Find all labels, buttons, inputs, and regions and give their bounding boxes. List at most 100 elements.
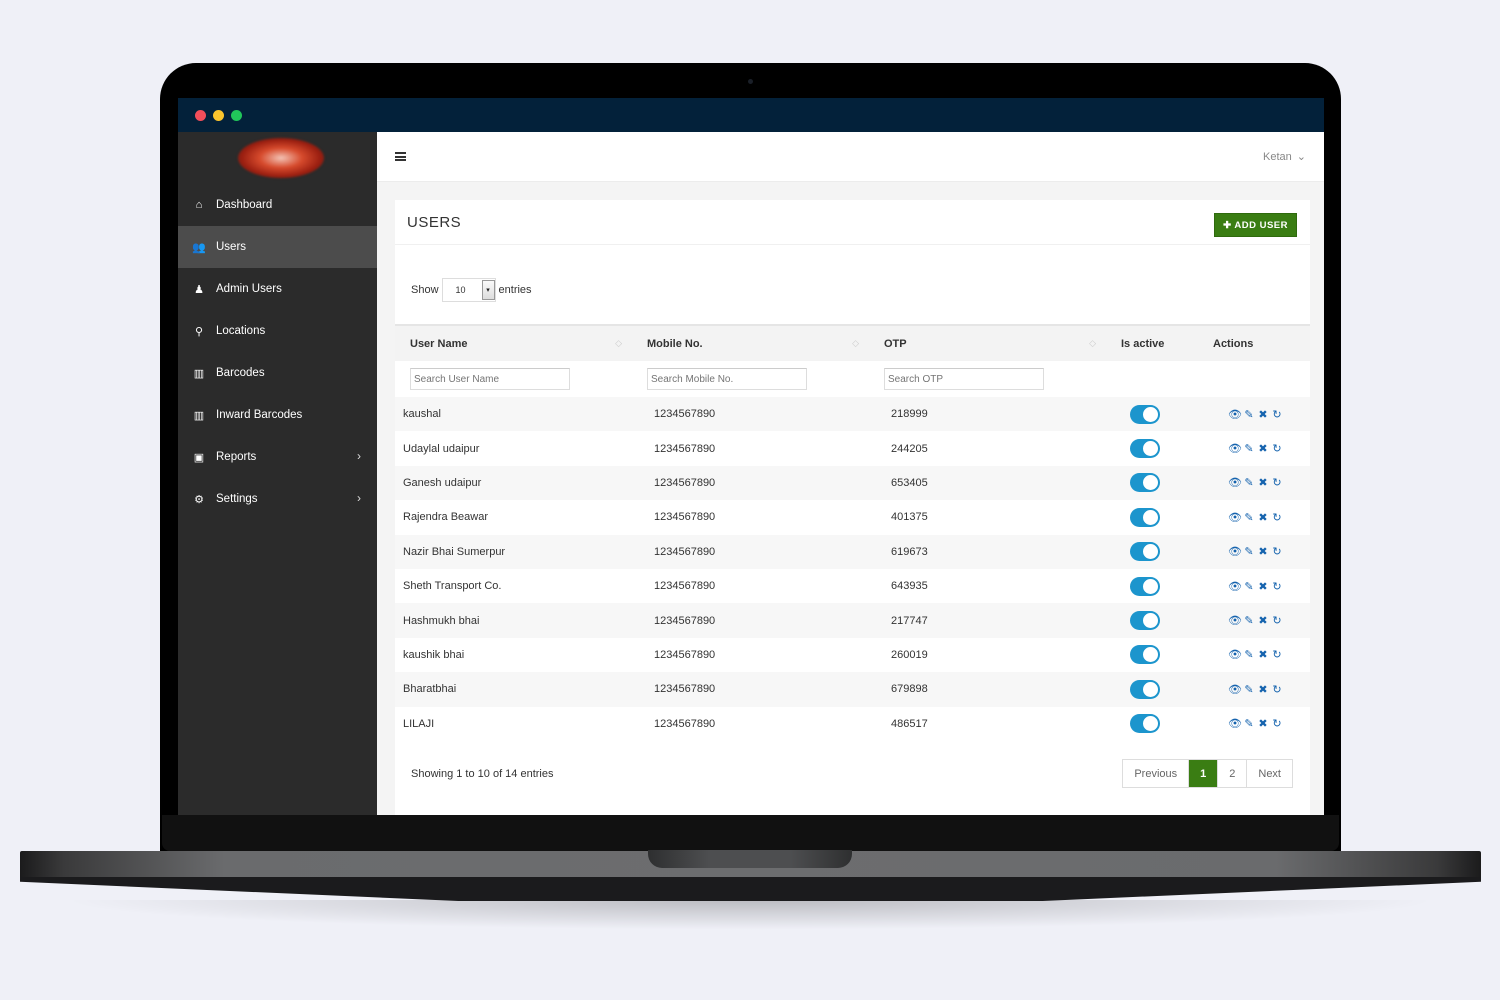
edit-icon[interactable]: ✎: [1243, 717, 1255, 730]
sort-icon[interactable]: ◇: [615, 338, 622, 349]
entries-select[interactable]: 10 ▾: [441, 278, 496, 302]
maximize-window-button[interactable]: [231, 110, 242, 121]
edit-icon[interactable]: ✎: [1243, 442, 1255, 455]
sidebar-item-barcodes[interactable]: ▥ Barcodes: [178, 352, 377, 394]
user-menu[interactable]: Ketan ⌄: [1263, 150, 1306, 164]
next-page-button[interactable]: Next: [1246, 760, 1292, 787]
is-active-toggle[interactable]: [1130, 473, 1160, 493]
is-active-toggle[interactable]: [1130, 507, 1160, 527]
is-active-toggle[interactable]: [1130, 576, 1160, 596]
search-user-name-input[interactable]: [410, 368, 570, 390]
refresh-icon[interactable]: ↻: [1271, 614, 1283, 627]
cell-otp: 217747: [891, 614, 928, 627]
sidebar-item-admin-users[interactable]: ♟ Admin Users: [178, 268, 377, 310]
is-active-toggle[interactable]: [1130, 439, 1160, 459]
minimize-window-button[interactable]: [213, 110, 224, 121]
column-header-otp[interactable]: OTP ◇: [869, 325, 1106, 361]
edit-icon[interactable]: ✎: [1243, 648, 1255, 661]
menu-toggle-icon[interactable]: [395, 152, 406, 161]
cell-user-name: Udaylal udaipur: [403, 442, 480, 455]
delete-icon[interactable]: ✖: [1257, 614, 1269, 627]
chevron-right-icon: ›: [357, 491, 361, 505]
table-row: kaushik bhai 1234567890 260019 👁 ✎ ✖ ↻: [395, 637, 1310, 673]
refresh-icon[interactable]: ↻: [1271, 511, 1283, 524]
row-actions: 👁 ✎ ✖ ↻: [1228, 511, 1310, 524]
edit-icon[interactable]: ✎: [1243, 545, 1255, 558]
users-table: User Name ◇ Mobile No. ◇ OTP ◇ Is active Ac…: [395, 324, 1310, 741]
column-header-mobile[interactable]: Mobile No. ◇: [632, 325, 869, 361]
sidebar-item-reports[interactable]: ▣ Reports ›: [178, 436, 377, 478]
is-active-toggle[interactable]: [1130, 679, 1160, 699]
company-logo[interactable]: [238, 138, 324, 178]
sort-icon[interactable]: ◇: [1089, 338, 1096, 349]
delete-icon[interactable]: ✖: [1257, 408, 1269, 421]
search-otp-input[interactable]: [884, 368, 1044, 390]
laptop-shadow: [60, 900, 1440, 930]
chevron-down-icon: ⌄: [1296, 151, 1306, 163]
edit-icon[interactable]: ✎: [1243, 511, 1255, 524]
is-active-toggle[interactable]: [1130, 404, 1160, 424]
refresh-icon[interactable]: ↻: [1271, 442, 1283, 455]
previous-page-button[interactable]: Previous: [1123, 760, 1189, 787]
column-header-user-name[interactable]: User Name ◇: [395, 325, 632, 361]
close-window-button[interactable]: [195, 110, 206, 121]
sort-icon[interactable]: ◇: [852, 338, 859, 349]
map-marker-icon: ⚲: [194, 325, 204, 338]
refresh-icon[interactable]: ↻: [1271, 683, 1283, 696]
delete-icon[interactable]: ✖: [1257, 442, 1269, 455]
is-active-toggle[interactable]: [1130, 714, 1160, 734]
laptop-base-lower: [20, 877, 1481, 901]
refresh-icon[interactable]: ↻: [1271, 408, 1283, 421]
table-row: kaushal 1234567890 218999 👁 ✎ ✖ ↻: [395, 397, 1310, 432]
refresh-icon[interactable]: ↻: [1271, 648, 1283, 661]
is-active-toggle[interactable]: [1130, 645, 1160, 665]
view-icon[interactable]: 👁: [1228, 683, 1242, 696]
sidebar-item-dashboard[interactable]: ⌂ Dashboard: [178, 184, 377, 226]
page-title: USERS: [407, 214, 462, 231]
user-name: Ketan: [1263, 150, 1292, 163]
view-icon[interactable]: 👁: [1228, 545, 1242, 558]
sidebar-item-locations[interactable]: ⚲ Locations: [178, 310, 377, 352]
refresh-icon[interactable]: ↻: [1271, 545, 1283, 558]
row-actions: 👁 ✎ ✖ ↻: [1228, 683, 1310, 696]
row-actions: 👁 ✎ ✖ ↻: [1228, 614, 1310, 627]
view-icon[interactable]: 👁: [1228, 442, 1242, 455]
view-icon[interactable]: 👁: [1228, 614, 1242, 627]
delete-icon[interactable]: ✖: [1257, 476, 1269, 489]
view-icon[interactable]: 👁: [1228, 717, 1242, 730]
caret-down-icon: ▾: [481, 280, 495, 300]
view-icon[interactable]: 👁: [1228, 476, 1242, 489]
delete-icon[interactable]: ✖: [1257, 580, 1269, 593]
is-active-toggle[interactable]: [1130, 611, 1160, 631]
cell-user-name: kaushal: [403, 408, 441, 421]
page-2-button[interactable]: 2: [1217, 760, 1247, 787]
sidebar-item-inward-barcodes[interactable]: ▥ Inward Barcodes: [178, 394, 377, 436]
edit-icon[interactable]: ✎: [1243, 580, 1255, 593]
delete-icon[interactable]: ✖: [1257, 717, 1269, 730]
page-1-button[interactable]: 1: [1188, 760, 1218, 787]
refresh-icon[interactable]: ↻: [1271, 476, 1283, 489]
view-icon[interactable]: 👁: [1228, 580, 1242, 593]
edit-icon[interactable]: ✎: [1243, 476, 1255, 489]
barcode-icon: ▥: [193, 367, 205, 380]
is-active-toggle[interactable]: [1130, 542, 1160, 562]
view-icon[interactable]: 👁: [1228, 648, 1242, 661]
cell-mobile: 1234567890: [654, 511, 716, 524]
edit-icon[interactable]: ✎: [1243, 614, 1255, 627]
edit-icon[interactable]: ✎: [1243, 683, 1255, 696]
view-icon[interactable]: 👁: [1228, 511, 1242, 524]
sidebar-item-users[interactable]: 👥 Users: [178, 226, 377, 268]
cell-mobile: 1234567890: [654, 408, 716, 421]
add-user-button[interactable]: ✚ ADD USER: [1214, 213, 1297, 237]
delete-icon[interactable]: ✖: [1257, 648, 1269, 661]
refresh-icon[interactable]: ↻: [1271, 580, 1283, 593]
edit-icon[interactable]: ✎: [1243, 408, 1255, 421]
cell-otp: 260019: [891, 648, 928, 661]
delete-icon[interactable]: ✖: [1257, 511, 1269, 524]
delete-icon[interactable]: ✖: [1257, 683, 1269, 696]
refresh-icon[interactable]: ↻: [1271, 717, 1283, 730]
sidebar-item-settings[interactable]: ⚙ Settings ›: [178, 478, 377, 520]
search-mobile-input[interactable]: [647, 368, 807, 390]
view-icon[interactable]: 👁: [1228, 408, 1242, 421]
delete-icon[interactable]: ✖: [1257, 545, 1269, 558]
